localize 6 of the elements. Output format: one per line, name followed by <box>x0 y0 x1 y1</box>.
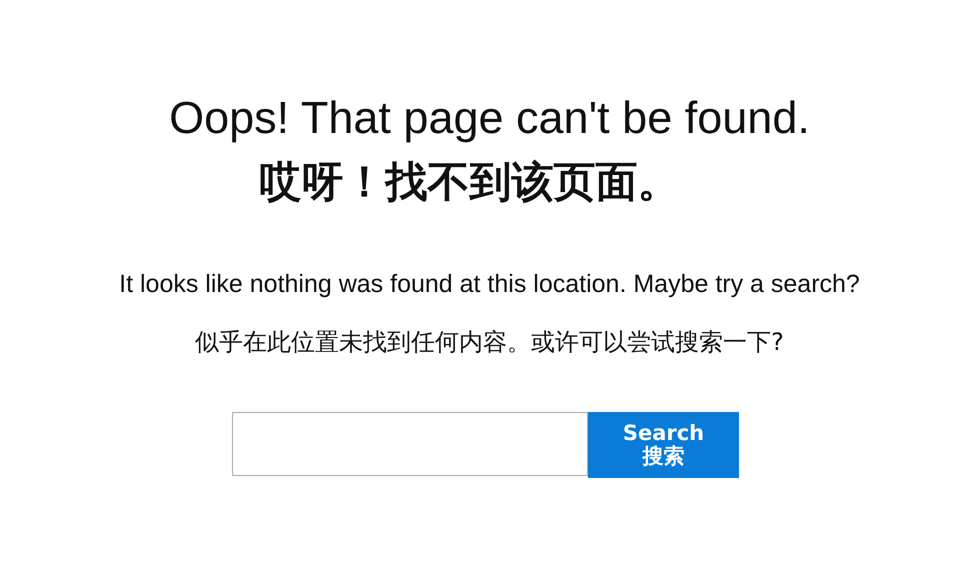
page-heading: 哎呀！找不到该页面。 <box>260 156 680 208</box>
message-text: 似乎在此位置未找到任何内容。或许可以尝试搜索一下? <box>195 327 784 358</box>
page-heading: Oops! That page can't be found. <box>169 91 810 145</box>
message-text: It looks like nothing was found at this location. Maybe try a search? <box>119 269 860 300</box>
search-button[interactable]: Search 搜索 <box>588 412 739 478</box>
search-field[interactable] <box>232 412 588 476</box>
